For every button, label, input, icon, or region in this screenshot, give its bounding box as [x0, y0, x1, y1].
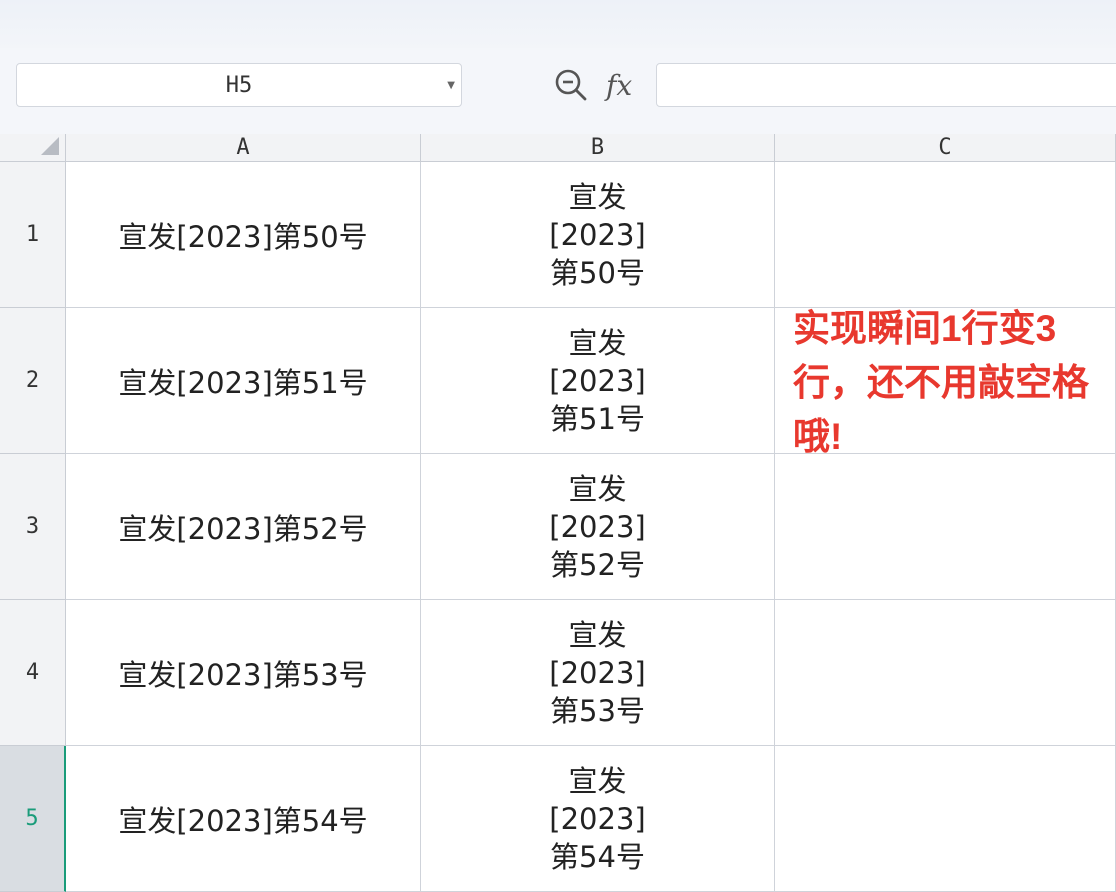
cell-a3[interactable]: 宣发[2023]第52号: [66, 454, 421, 600]
cell-a5[interactable]: 宣发[2023]第54号: [66, 746, 421, 892]
cell-c1[interactable]: [775, 162, 1116, 308]
cell-b3[interactable]: 宣发 [2023] 第52号: [421, 454, 775, 600]
annotation-text: 实现瞬间1行变3行，还不用敲空格哦!: [793, 308, 1089, 457]
cell-b2-line-1: 宣发: [568, 325, 627, 360]
fx-icon[interactable]: fx: [606, 66, 632, 106]
cell-b2[interactable]: 宣发 [2023] 第51号: [421, 308, 775, 454]
cell-c5[interactable]: [775, 746, 1116, 892]
cell-b1-line-1: 宣发: [568, 179, 627, 214]
cell-b5[interactable]: 宣发 [2023] 第54号: [421, 746, 775, 892]
cell-b1-line-3: 第50号: [550, 255, 645, 290]
formula-input[interactable]: [656, 63, 1116, 107]
cell-c3[interactable]: [775, 454, 1116, 600]
toolbar-strip: [0, 0, 1116, 48]
spreadsheet-grid: A B C 1 宣发[2023]第50号 宣发 [2023] 第50号 2 宣发…: [0, 134, 1116, 892]
cell-b3-line-3: 第52号: [550, 547, 645, 582]
row-header-1[interactable]: 1: [0, 162, 66, 308]
cell-b4-line-1: 宣发: [568, 617, 627, 652]
cell-b1[interactable]: 宣发 [2023] 第50号: [421, 162, 775, 308]
cell-b5-line-2: [2023]: [549, 801, 646, 836]
cell-b2-line-3: 第51号: [550, 401, 645, 436]
select-all-icon[interactable]: [0, 134, 66, 162]
row-header-3[interactable]: 3: [0, 454, 66, 600]
cell-a1[interactable]: 宣发[2023]第50号: [66, 162, 421, 308]
cell-b5-line-3: 第54号: [550, 839, 645, 874]
row-header-5[interactable]: 5: [0, 746, 66, 892]
cell-a4[interactable]: 宣发[2023]第53号: [66, 600, 421, 746]
zoom-out-icon[interactable]: [553, 67, 589, 103]
column-header-a[interactable]: A: [66, 134, 421, 162]
name-box-value: H5: [225, 73, 253, 98]
cell-a2[interactable]: 宣发[2023]第51号: [66, 308, 421, 454]
cell-b4[interactable]: 宣发 [2023] 第53号: [421, 600, 775, 746]
cell-b3-line-1: 宣发: [568, 471, 627, 506]
cell-b4-line-3: 第53号: [550, 693, 645, 728]
column-header-b[interactable]: B: [421, 134, 775, 162]
cell-b1-line-2: [2023]: [549, 217, 646, 252]
cell-b2-line-2: [2023]: [549, 363, 646, 398]
cell-b4-line-2: [2023]: [549, 655, 646, 690]
cell-c4[interactable]: [775, 600, 1116, 746]
dropdown-caret-icon[interactable]: ▼: [447, 64, 455, 108]
column-header-c[interactable]: C: [775, 134, 1116, 162]
row-header-2[interactable]: 2: [0, 308, 66, 454]
row-header-4[interactable]: 4: [0, 600, 66, 746]
name-box[interactable]: H5 ▼: [16, 63, 462, 107]
cell-b3-line-2: [2023]: [549, 509, 646, 544]
cell-b5-line-1: 宣发: [568, 763, 627, 798]
